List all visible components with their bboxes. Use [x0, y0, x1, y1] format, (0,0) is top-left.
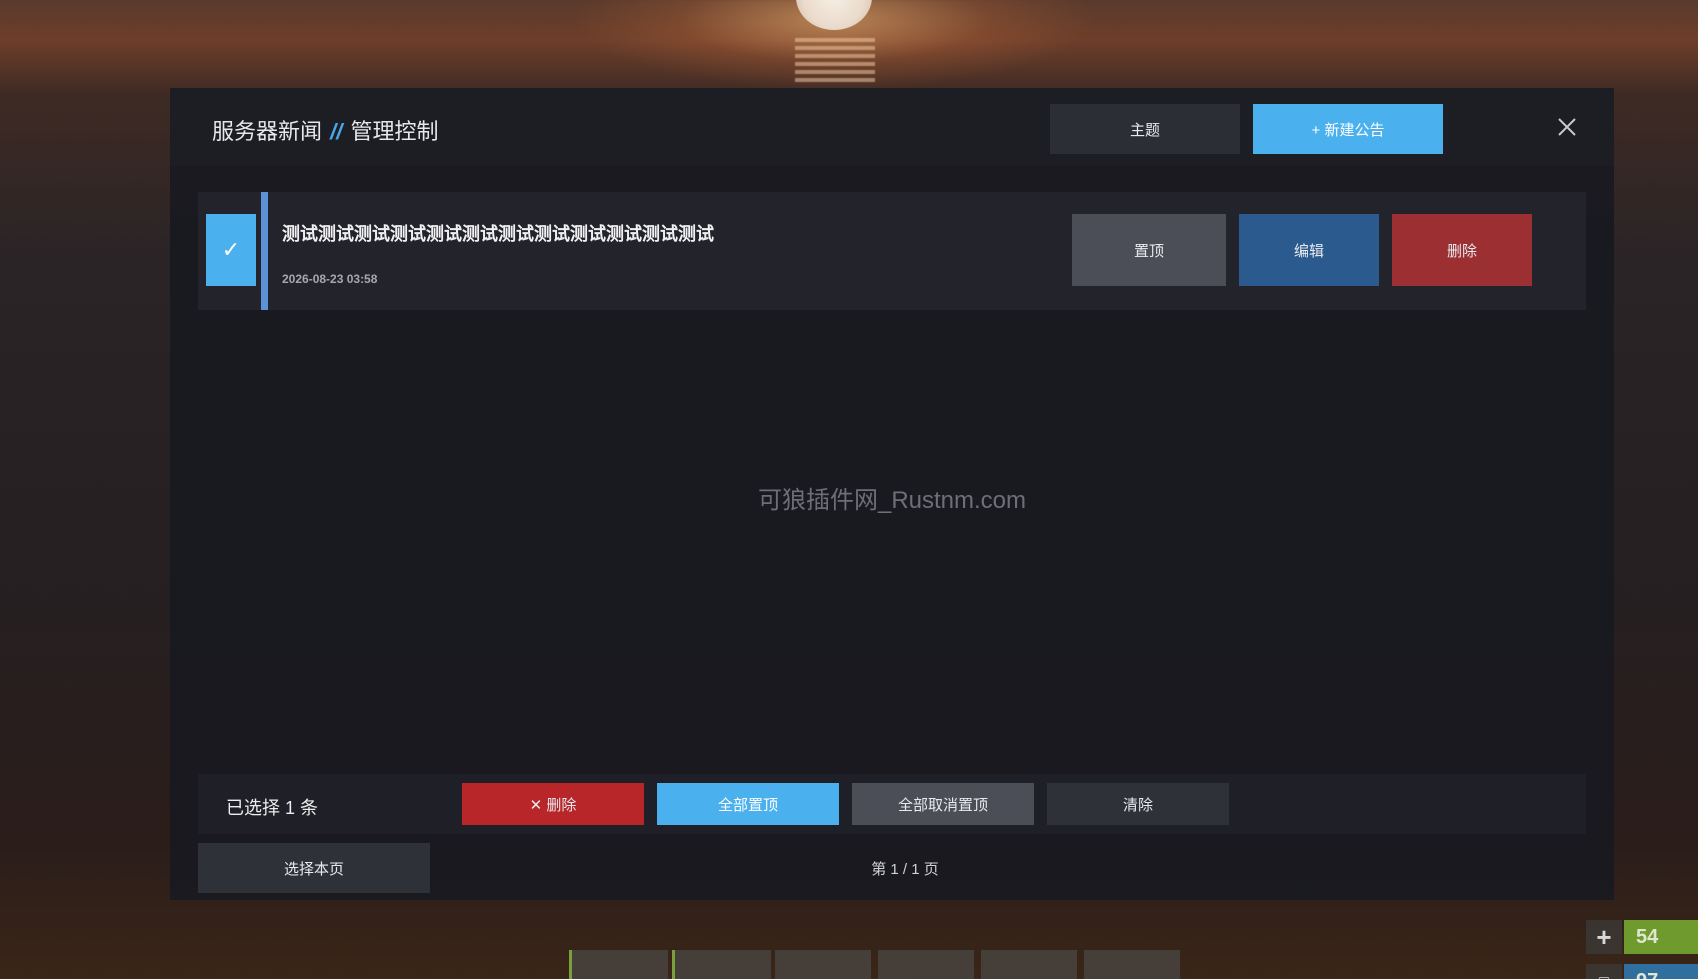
- page-info-text: 第 1 / 1 页: [871, 861, 939, 878]
- announcement-date: 2026-08-23 03:58: [282, 272, 378, 286]
- title-separator: //: [330, 119, 343, 144]
- hotbar-slot-4[interactable]: [878, 950, 974, 979]
- announcement-title: 测试测试测试测试测试测试测试测试测试测试测试测试: [282, 224, 714, 244]
- pagination-info: 第 1 / 1 页: [170, 858, 1614, 879]
- pin-all-button[interactable]: 全部置顶: [657, 783, 839, 825]
- sun-reflection: [795, 38, 875, 82]
- news-admin-panel: 服务器新闻 // 管理控制 主题 + 新建公告 ✓ 测试测试测试测试测试测试测试…: [170, 88, 1614, 900]
- title-secondary: 管理控制: [350, 119, 439, 144]
- health-bar: 54: [1624, 920, 1698, 954]
- panel-header: 服务器新闻 // 管理控制 主题 + 新建公告: [170, 88, 1614, 166]
- title-primary: 服务器新闻: [212, 119, 323, 144]
- selection-count: 已选择 1 条: [226, 798, 319, 818]
- new-announcement-button[interactable]: + 新建公告: [1253, 104, 1443, 154]
- bulk-action-bar: 已选择 1 条 ✕ 删除 全部置顶 全部取消置顶 清除: [198, 774, 1586, 834]
- hotbar-slot-3[interactable]: [775, 950, 871, 979]
- hydration-value: 97: [1636, 970, 1658, 979]
- unpin-all-button[interactable]: 全部取消置顶: [852, 783, 1034, 825]
- clear-selection-button[interactable]: 清除: [1047, 783, 1229, 825]
- pin-button[interactable]: 置顶: [1072, 214, 1226, 286]
- theme-button[interactable]: 主题: [1050, 104, 1240, 154]
- close-icon[interactable]: [1550, 110, 1584, 144]
- plus-icon: +: [1586, 920, 1622, 954]
- watermark: 可狼插件网_Rustnm.com: [757, 487, 1027, 514]
- row-checkbox[interactable]: ✓: [206, 214, 256, 286]
- edit-button[interactable]: 编辑: [1239, 214, 1379, 286]
- row-accent-bar: [261, 192, 268, 310]
- bulk-delete-button[interactable]: ✕ 删除: [462, 783, 644, 825]
- cup-icon: ▢: [1586, 964, 1622, 979]
- hotbar-slot-2[interactable]: [672, 950, 771, 979]
- delete-button[interactable]: 删除: [1392, 214, 1532, 286]
- hotbar-slot-6[interactable]: [1084, 950, 1180, 979]
- hydration-stat: ▢ 97: [1586, 964, 1698, 979]
- page-title: 服务器新闻 // 管理控制: [212, 114, 439, 146]
- hydration-bar: 97: [1624, 964, 1698, 979]
- hotbar-slot-1[interactable]: [569, 950, 668, 979]
- health-value: 54: [1636, 925, 1659, 948]
- sun: [796, 0, 872, 30]
- health-stat: + 54: [1586, 920, 1698, 954]
- check-icon: ✓: [221, 237, 241, 262]
- announcement-row: ✓ 测试测试测试测试测试测试测试测试测试测试测试测试 2026-08-23 03…: [198, 192, 1586, 310]
- hotbar-slot-5[interactable]: [981, 950, 1077, 979]
